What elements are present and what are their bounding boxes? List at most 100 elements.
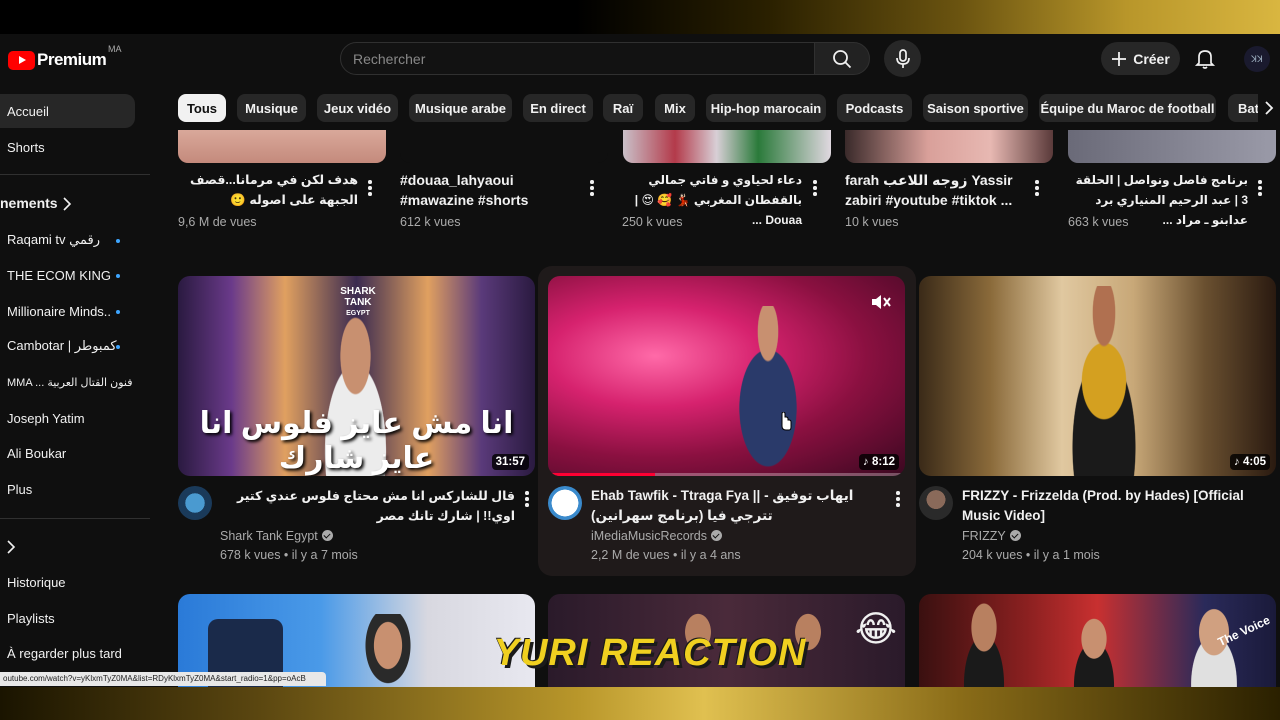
short-title[interactable]: هدف لكن في مرمانا...قصف الجبهة على اصوله… [178,170,358,210]
chip-saison-sportive[interactable]: Saison sportive [923,94,1028,122]
gold-frame-bottom [0,687,1280,720]
new-content-dot [116,345,120,349]
sidebar-item-shorts[interactable]: Shorts [0,130,135,164]
more-actions-icon[interactable] [1258,180,1262,196]
video-stats: 204 k vues • il y a 1 mois [962,548,1100,562]
video-channel-name[interactable]: iMediaMusicRecords [591,527,723,546]
chip-hip-hop-marocain[interactable]: Hip-hop marocain [706,94,826,122]
chip-en-direct[interactable]: En direct [523,94,593,122]
video-thumbnail-ehab-tawfik[interactable]: ♪ 8:12 [548,276,905,476]
sidebar-channel-ecom-king[interactable]: THE ECOM KING [0,258,135,292]
preview-progress-track [548,473,905,476]
verified-icon [1009,530,1021,541]
voice-search-button[interactable] [884,40,921,77]
mute-icon[interactable] [870,292,892,312]
search-input[interactable]: Rechercher [340,42,815,75]
sidebar-channel-mma[interactable]: MMA ... فنون القتال العربية [0,365,135,399]
chip-equipe-maroc-football[interactable]: Équipe du Maroc de football [1039,94,1216,122]
channel-avatar[interactable] [178,486,212,520]
video-title[interactable]: FRIZZY - Frizzelda (Prod. by Hades) [Off… [962,486,1247,526]
sidebar-item-playlists[interactable]: Playlists [0,601,135,635]
chip-mix[interactable]: Mix [655,94,695,122]
channel-name: iMediaMusicRecords [591,529,708,543]
chip-tous[interactable]: Tous [178,94,226,122]
sidebar-channel-ali-boukar[interactable]: Ali Boukar [0,436,135,470]
channel-avatar[interactable] [919,486,953,520]
video-stats: 678 k vues • il y a 7 mois [220,548,358,562]
yuri-reaction-overlay: YURI REACTION [493,632,807,674]
video-thumbnail-shark-tank[interactable]: SHARK TANK EGYPT انا مش عايز فلوس انا عا… [178,276,535,476]
youtube-premium-logo[interactable]: Premium MA [8,44,122,70]
sidebar-item-more[interactable]: Plus [0,472,135,506]
sidebar-channel-millionaire-minds[interactable]: Millionaire Minds... [0,294,110,328]
sidebar-channel-joseph-yatim[interactable]: Joseph Yatim [0,401,135,435]
chips-next-button[interactable] [1258,94,1280,122]
chip-podcasts[interactable]: Podcasts [837,94,912,122]
short-thumbnail[interactable] [623,130,831,163]
short-title[interactable]: farah زوجه اللاعب Yassir zabiri #youtube… [845,170,1025,210]
more-actions-icon[interactable] [525,491,529,507]
gold-frame-top [0,0,1280,34]
person-figure [1059,609,1129,687]
shark-tank-logo: SHARK TANK EGYPT [328,286,388,319]
more-actions-icon[interactable] [590,180,594,196]
notifications-bell-icon[interactable] [1193,46,1217,70]
mouse-cursor-icon [781,412,792,431]
short-title[interactable]: #douaa_lahyaoui #mawazine #shorts [400,170,580,210]
channel-avatar[interactable] [548,486,582,520]
thumbnail-overlay-text: انا مش عايز فلوس انا عايز شارك [199,407,514,475]
video-thumbnail-frizzy[interactable]: ♪ 4:05 [919,276,1276,476]
short-thumbnail[interactable] [178,130,386,163]
chip-jeux-video[interactable]: Jeux vidéo [317,94,398,122]
new-content-dot [116,310,120,314]
short-thumbnail[interactable] [1068,130,1276,163]
chevron-right-icon [1265,101,1274,115]
chip-musique-arabe[interactable]: Musique arabe [409,94,512,122]
short-thumbnail[interactable] [845,130,1053,163]
sidebar-channel-cambotar[interactable]: Cambotar | كمبوطر [0,329,135,363]
chip-musique[interactable]: Musique [237,94,306,122]
sidebar-item-watch-later[interactable]: À regarder plus tard [0,636,135,670]
more-actions-icon[interactable] [896,491,900,507]
channel-name: FRIZZY [962,529,1006,543]
chevron-right-icon [63,197,72,211]
account-avatar[interactable]: ꓘꓘ [1244,46,1270,72]
more-actions-icon[interactable] [1035,180,1039,196]
video-duration: ♪ 8:12 [859,454,899,470]
video-title[interactable]: Ehab Tawfik - Ttraga Fya || ايهاب توفيق … [591,486,871,526]
url-status-tooltip: outube.com/watch?v=yKlxmTyZ0MA&list=RDyK… [0,672,326,686]
sidebar-channel-raqami[interactable]: Raqami tv رقمي [0,223,135,257]
search-icon [833,49,852,68]
sidebar: Accueil Shorts nements Raqami tv رقمي TH… [0,86,150,687]
video-duration: ♪ 4:05 [1230,454,1270,470]
person-figure [1174,599,1254,687]
video-duration: 31:57 [491,454,529,470]
more-actions-icon[interactable] [368,180,372,196]
sidebar-item-history[interactable]: Historique [0,565,135,599]
sidebar-item-home[interactable]: Accueil [0,94,135,128]
sidebar-divider [0,174,150,175]
short-views: 9,6 M de vues [178,215,257,229]
subscriptions-label: nements [0,195,58,211]
laughing-emoji-icon: 😂 [854,608,897,649]
shark-tank-brand: SHARK TANK [340,286,376,308]
logo-text: Premium [37,50,107,69]
video-thumbnail-the-voice[interactable]: The Voice [919,594,1276,687]
video-title[interactable]: قال للشاركس انا مش محتاج فلوس عندي كتير … [220,486,515,526]
create-button[interactable]: Créer [1101,42,1180,75]
more-actions-icon[interactable] [813,180,817,196]
verified-icon [321,530,333,541]
video-channel-name[interactable]: FRIZZY [962,527,1021,546]
chevron-right-icon[interactable] [6,540,16,554]
short-thumbnail[interactable] [400,130,608,163]
youtube-play-icon [8,50,35,70]
video-channel-name[interactable]: Shark Tank Egypt [220,527,333,546]
chip-rai[interactable]: Raï [603,94,643,122]
short-views: 10 k vues [845,215,899,229]
top-bar: Premium MA Rechercher Créer ꓘꓘ [0,34,1280,86]
short-views: 250 k vues [622,215,683,229]
search-button[interactable] [814,42,870,75]
person-figure [353,614,423,687]
new-content-dot [116,274,120,278]
plus-icon [1112,51,1127,66]
